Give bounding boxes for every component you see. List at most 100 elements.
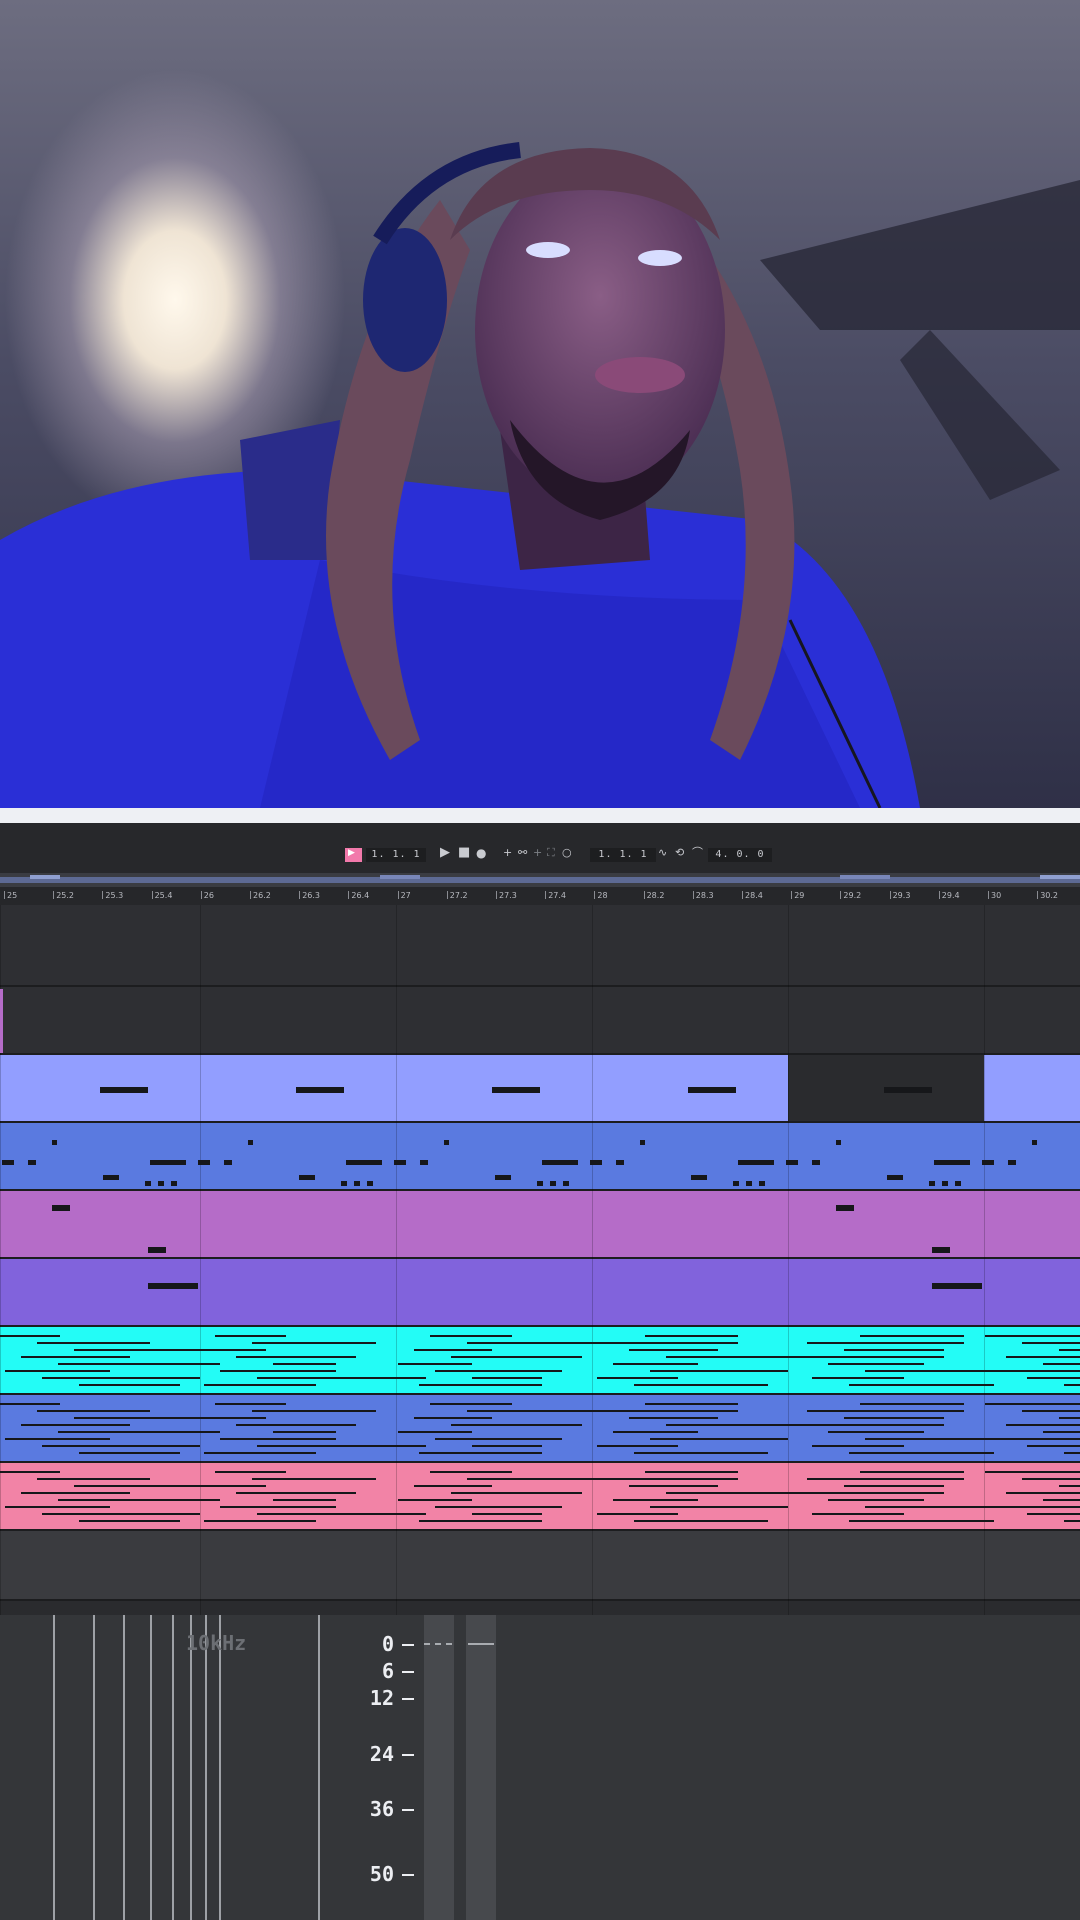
arrangement-overview[interactable] — [0, 873, 1080, 887]
bar-gridline — [200, 1327, 201, 1395]
midi-clip[interactable] — [0, 1601, 1080, 1615]
link-icon[interactable]: ⚯ — [518, 846, 527, 860]
midi-note — [791, 1356, 944, 1358]
bar-gridline — [0, 1463, 1, 1531]
midi-note — [273, 1499, 336, 1501]
midi-note — [472, 1445, 542, 1447]
midi-note — [224, 1160, 232, 1165]
midi-note — [257, 1377, 426, 1379]
midi-note — [37, 1478, 150, 1480]
track-lane[interactable] — [0, 1259, 1080, 1327]
track-lane[interactable] — [0, 1191, 1080, 1259]
track-lane[interactable] — [0, 905, 1080, 987]
midi-note — [21, 1424, 130, 1426]
ruler-tick: 29.2 — [840, 887, 861, 905]
ruler-tick: 27 — [398, 887, 411, 905]
db-scale-tick — [402, 1644, 414, 1646]
automation-curve-icon[interactable]: ∿ — [658, 846, 667, 860]
midi-note — [691, 1175, 707, 1180]
midi-note — [220, 1370, 336, 1372]
midi-note — [1059, 1417, 1080, 1419]
timeline-ruler[interactable]: 25 25.2 25.3 25.4 26 26.2 26.3 26.4 27 27.2 27.3 27… — [0, 887, 1080, 905]
loop-icon[interactable]: ⟲ — [675, 846, 684, 860]
midi-clip[interactable] — [0, 987, 1080, 1053]
midi-note — [215, 1403, 286, 1405]
midi-note — [1059, 1485, 1080, 1487]
bar-gridline — [396, 1191, 397, 1259]
bar-gridline — [0, 905, 1, 987]
midi-note — [1027, 1445, 1080, 1447]
play-icon[interactable]: ▶ — [440, 846, 450, 860]
midi-note — [398, 1499, 472, 1501]
midi-note — [79, 1520, 180, 1522]
arrangement-view[interactable] — [0, 905, 1080, 1617]
track-lane[interactable] — [0, 1327, 1080, 1395]
punch-icon[interactable]: ⛶ — [547, 846, 555, 860]
midi-note — [2, 1160, 14, 1165]
db-scale-label: 50 — [369, 1862, 394, 1886]
bar-gridline — [396, 987, 397, 1055]
midi-note — [199, 1349, 266, 1351]
midi-note — [1006, 1424, 1080, 1426]
ruler-tick: 27.4 — [545, 887, 566, 905]
midi-note — [236, 1492, 356, 1494]
midi-note — [791, 1492, 944, 1494]
freq-gridline — [93, 1615, 95, 1920]
snap-icon[interactable]: + — [533, 846, 542, 860]
midi-note — [296, 1087, 344, 1093]
bar-gridline — [788, 1123, 789, 1191]
track-lane[interactable] — [0, 1055, 1080, 1123]
midi-note — [650, 1506, 788, 1508]
clip-edge — [0, 989, 3, 1053]
midi-note — [79, 1384, 180, 1386]
midi-clip[interactable] — [0, 1531, 1080, 1599]
midi-clip[interactable] — [0, 905, 1080, 985]
track-lane[interactable] — [0, 1123, 1080, 1191]
record-icon[interactable]: ● — [476, 846, 486, 860]
midi-note — [21, 1492, 130, 1494]
midi-note — [435, 1506, 562, 1508]
midi-note — [0, 1403, 60, 1405]
ruler-tick: 29.4 — [939, 887, 960, 905]
midi-note — [884, 1087, 932, 1093]
loop-record-icon[interactable]: ○ — [562, 846, 572, 860]
midi-note — [1006, 1492, 1080, 1494]
loop-length-display[interactable]: 4. 0. 0 — [708, 848, 772, 862]
stop-icon[interactable]: ■ — [458, 846, 470, 860]
add-icon[interactable]: + — [503, 846, 512, 860]
follow-play-icon: ▶ — [348, 848, 355, 858]
midi-note — [472, 1377, 542, 1379]
midi-note — [100, 1087, 148, 1093]
ruler-tick: 29.3 — [890, 887, 911, 905]
midi-note — [932, 1283, 982, 1289]
midi-note — [199, 1417, 266, 1419]
song-position-display[interactable]: 1. 1. 1 — [366, 848, 426, 862]
midi-note — [341, 1181, 347, 1186]
bar-gridline — [396, 1123, 397, 1191]
ruler-tick: 26 — [201, 887, 214, 905]
midi-note — [419, 1452, 542, 1454]
track-lane[interactable] — [0, 1463, 1080, 1531]
midi-clip[interactable] — [0, 1259, 1080, 1325]
midi-note — [807, 1342, 964, 1344]
midi-note — [42, 1513, 200, 1515]
track-lane[interactable] — [0, 987, 1080, 1055]
bar-gridline — [788, 1259, 789, 1327]
midi-clip[interactable] — [984, 1055, 1080, 1121]
midi-note — [1064, 1520, 1080, 1522]
midi-note — [990, 1370, 1080, 1372]
punch-out-icon[interactable]: ⌒ — [692, 846, 703, 860]
track-lane[interactable] — [0, 1531, 1080, 1601]
midi-note — [812, 1513, 904, 1515]
db-scale-label: 36 — [369, 1797, 394, 1821]
track-lane[interactable] — [0, 1395, 1080, 1463]
bar-gridline — [592, 1463, 593, 1531]
midi-clip[interactable] — [0, 1123, 1080, 1189]
midi-note — [414, 1485, 492, 1487]
bar-gridline — [200, 987, 201, 1055]
loop-start-display[interactable]: 1. 1. 1 — [590, 848, 656, 862]
midi-note — [21, 1356, 130, 1358]
bar-gridline — [592, 1395, 593, 1463]
midi-note — [828, 1363, 924, 1365]
midi-note — [346, 1160, 382, 1165]
